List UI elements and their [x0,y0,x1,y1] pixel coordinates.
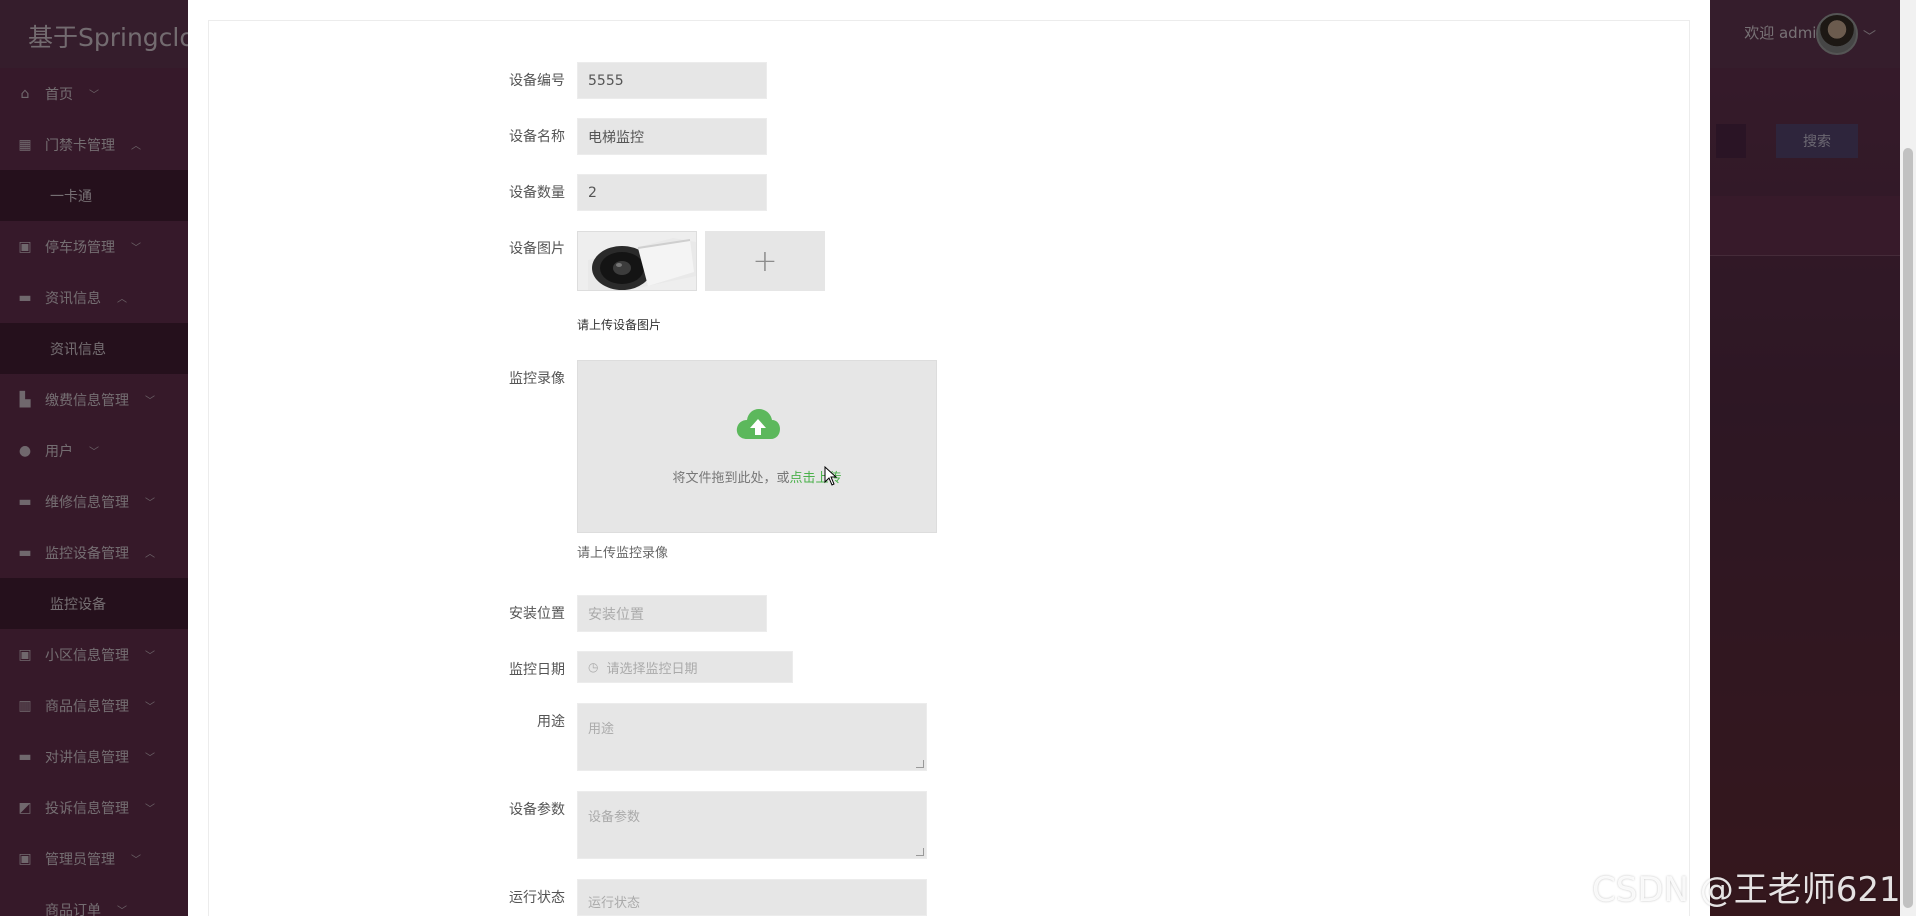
purpose-label: 用途 [537,714,565,730]
watermark: CSDN @王老师621 [1592,870,1901,910]
monitor-date-picker[interactable]: ◷ 请选择监控日期 [577,651,793,683]
page-scrollbar[interactable] [1900,0,1916,916]
status-label: 运行状态 [509,890,565,906]
device-name-field[interactable]: 电梯监控 [577,118,767,155]
edit-device-dialog: 设备编号 5555 设备名称 电梯监控 设备数量 2 设备图片 + 请上传设备图… [188,0,1710,916]
monitor-date-label: 监控日期 [509,662,565,678]
device-no-label: 设备编号 [509,73,565,89]
device-count-label: 设备数量 [509,185,565,201]
clock-icon: ◷ [588,660,599,674]
monitor-date-placeholder: 请选择监控日期 [606,661,698,677]
upload-cloud-icon [736,409,780,439]
device-image-hint: 请上传设备图片 [577,318,662,332]
device-count-field[interactable]: 2 [577,174,767,211]
purpose-placeholder: 用途 [588,722,615,737]
video-label: 监控录像 [509,371,565,387]
status-placeholder: 运行状态 [588,896,641,911]
location-label: 安装位置 [509,606,565,622]
upload-drag-text: 将文件拖到此处，或 [672,471,790,486]
scrollbar-thumb[interactable] [1903,148,1913,908]
video-upload-dropzone[interactable]: 将文件拖到此处，或点击上传 [577,360,937,533]
add-image-button[interactable]: + [705,231,825,291]
params-label: 设备参数 [509,802,565,818]
params-placeholder: 设备参数 [588,810,641,825]
status-textarea[interactable]: 运行状态 [577,879,927,916]
resize-handle[interactable] [916,848,924,856]
device-image-label: 设备图片 [509,241,565,257]
location-field[interactable]: 安装位置 [577,595,767,632]
form-container [208,20,1690,916]
mouse-cursor-icon [824,466,838,486]
camera-image [578,232,696,290]
video-hint: 请上传监控录像 [577,546,669,561]
device-no-field[interactable]: 5555 [577,62,767,99]
device-image-thumbnail[interactable] [577,231,697,291]
purpose-textarea[interactable]: 用途 [577,703,927,771]
device-name-label: 设备名称 [509,129,565,145]
params-textarea[interactable]: 设备参数 [577,791,927,859]
resize-handle[interactable] [916,760,924,768]
